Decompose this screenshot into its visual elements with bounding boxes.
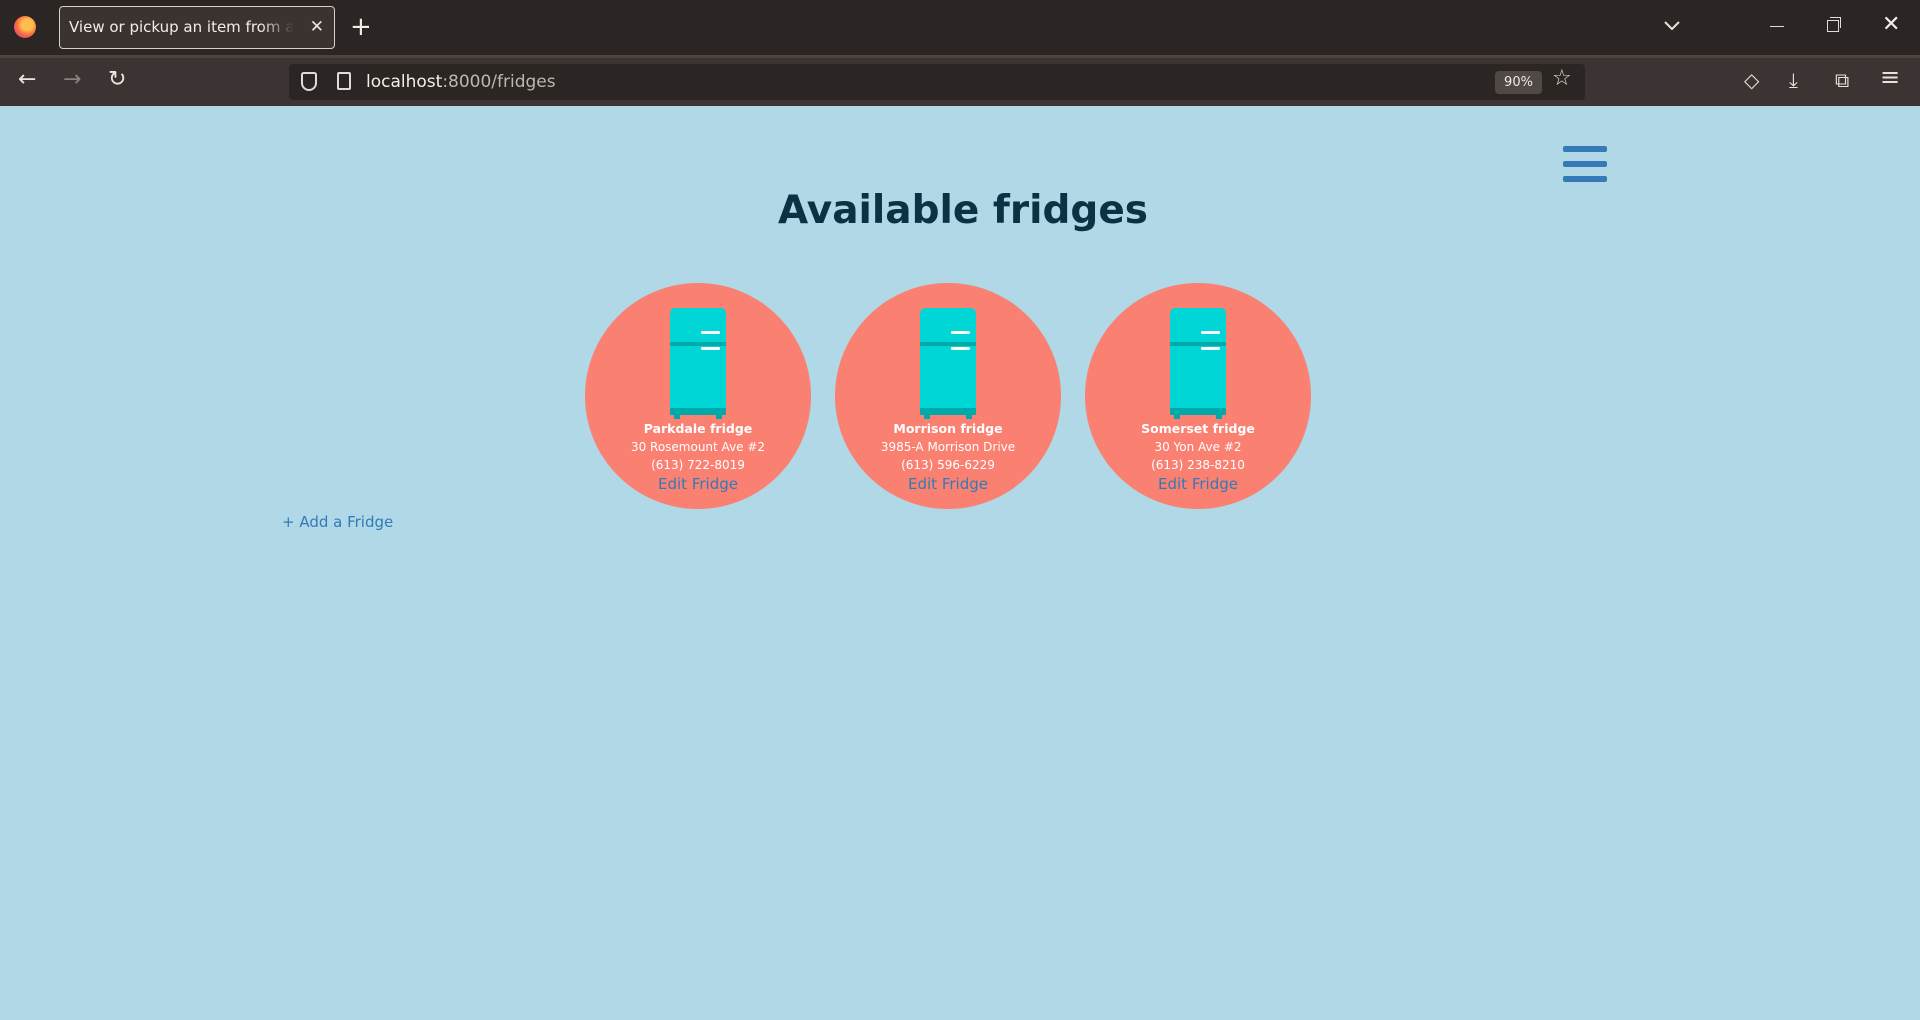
- hamburger-bar: [1563, 146, 1607, 152]
- edit-fridge-link[interactable]: Edit Fridge: [835, 475, 1061, 493]
- forward-button[interactable]: →: [63, 67, 81, 93]
- fridge-icon: [920, 308, 976, 419]
- browser-tab[interactable]: View or pickup an item from a community …: [59, 6, 335, 49]
- tab-close-icon[interactable]: ✕: [310, 7, 324, 48]
- edit-fridge-link[interactable]: Edit Fridge: [1085, 475, 1311, 493]
- fridge-phone: (613) 596-6229: [901, 458, 995, 472]
- hamburger-bar: [1563, 161, 1607, 167]
- fridge-icon: [1170, 308, 1226, 419]
- fridge-card: Morrison fridge 3985-A Morrison Drive (6…: [835, 283, 1061, 509]
- list-tabs-icon[interactable]: [1664, 16, 1680, 35]
- fridge-phone: (613) 722-8019: [651, 458, 745, 472]
- page-title: Available fridges: [778, 188, 1148, 233]
- browser-nav-bar: ← → ↻ localhost:8000/fridges 90% ☆ ◇ ⤓ ⧉…: [0, 55, 1920, 106]
- extensions-icon[interactable]: ⧉: [1835, 68, 1849, 92]
- fridge-phone: (613) 238-8210: [1151, 458, 1245, 472]
- url-bar[interactable]: localhost:8000/fridges 90% ☆: [289, 64, 1585, 100]
- fridge-name: Somerset fridge: [1141, 421, 1255, 436]
- url-path: :8000/fridges: [442, 72, 556, 92]
- app-menu-icon[interactable]: ≡: [1880, 65, 1900, 89]
- minimize-icon[interactable]: [1770, 26, 1784, 27]
- shield-icon[interactable]: [301, 72, 317, 91]
- fridge-name: Morrison fridge: [893, 421, 1003, 436]
- fridge-icon: [670, 308, 726, 419]
- back-button[interactable]: ←: [18, 67, 36, 93]
- downloads-icon[interactable]: ⤓: [1789, 68, 1798, 92]
- hamburger-bar: [1563, 176, 1607, 182]
- page-info-icon[interactable]: [337, 72, 351, 90]
- hamburger-menu-icon[interactable]: [1563, 146, 1607, 184]
- pocket-icon[interactable]: ◇: [1744, 68, 1759, 92]
- fridge-card: Somerset fridge 30 Yon Ave #2 (613) 238-…: [1085, 283, 1311, 509]
- firefox-logo-icon: [14, 16, 36, 38]
- restore-icon[interactable]: [1827, 17, 1841, 32]
- fridge-card: Parkdale fridge 30 Rosemount Ave #2 (613…: [585, 283, 811, 509]
- browser-tab-bar: View or pickup an item from a community …: [0, 0, 1920, 55]
- fridge-address: 3985-A Morrison Drive: [880, 440, 1016, 454]
- window-close-icon[interactable]: ✕: [1882, 12, 1900, 37]
- tab-title: View or pickup an item from a community …: [69, 18, 294, 36]
- url-text[interactable]: localhost:8000/fridges: [366, 64, 556, 100]
- fridge-address: 30 Yon Ave #2: [1154, 440, 1242, 454]
- new-tab-button[interactable]: +: [350, 12, 372, 42]
- reload-button[interactable]: ↻: [108, 67, 126, 93]
- zoom-level-button[interactable]: 90%: [1495, 71, 1542, 94]
- add-fridge-link[interactable]: + Add a Fridge: [282, 513, 393, 531]
- url-host: localhost: [366, 72, 443, 92]
- bookmark-star-icon[interactable]: ☆: [1552, 66, 1572, 91]
- fridge-name: Parkdale fridge: [643, 421, 753, 436]
- edit-fridge-link[interactable]: Edit Fridge: [585, 475, 811, 493]
- fridge-address: 30 Rosemount Ave #2: [630, 440, 766, 454]
